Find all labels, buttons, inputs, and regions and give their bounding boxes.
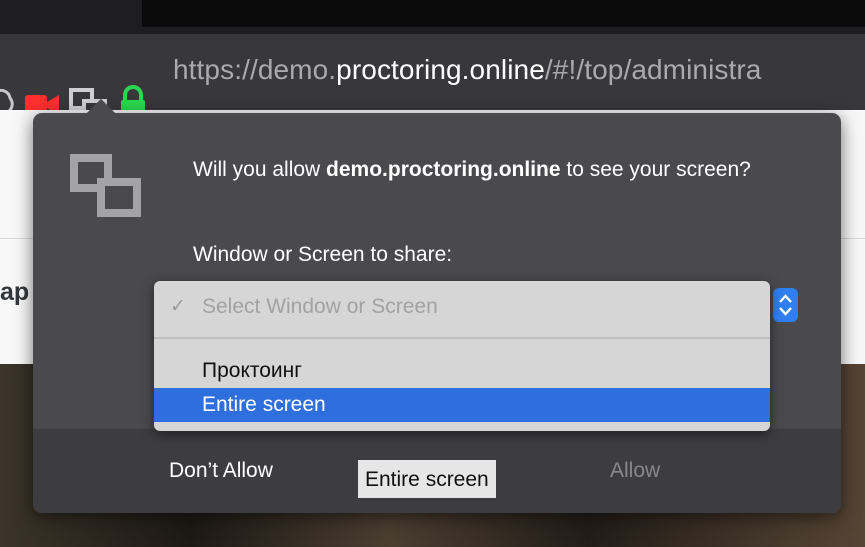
url-text[interactable]: https://demo.proctoring.online/#!/top/ad… (173, 54, 761, 86)
dialog-prompt: Will you allow demo.proctoring.online to… (193, 158, 751, 181)
allow-button[interactable]: Allow (610, 459, 660, 483)
dropdown-option-proctoring[interactable]: Проктоинг (154, 354, 770, 388)
screen-share-large-icon (70, 154, 141, 217)
dropdown-placeholder: Select Window or Screen (202, 295, 438, 318)
page-heading-fragment: ap (0, 278, 30, 306)
share-source-dropdown[interactable]: ✓ Select Window or Screen Проктоинг Enti… (154, 281, 770, 431)
dropdown-separator (154, 337, 770, 339)
prompt-site: demo.proctoring.online (326, 158, 561, 181)
selected-source-button[interactable]: Entire screen (358, 460, 496, 498)
dropdown-placeholder-item[interactable]: ✓ Select Window or Screen (154, 281, 770, 336)
screen-share-permission-dialog: Will you allow demo.proctoring.online to… (33, 98, 841, 513)
select-stepper-icon[interactable] (773, 288, 798, 322)
dropdown-option-entire-screen[interactable]: Entire screen (154, 388, 770, 422)
dont-allow-button[interactable]: Don’t Allow (169, 459, 273, 483)
active-tab-area[interactable] (142, 0, 865, 27)
check-icon: ✓ (170, 296, 186, 317)
url-bar[interactable]: https://demo.proctoring.online/#!/top/ad… (0, 34, 865, 121)
share-source-label: Window or Screen to share: (193, 243, 453, 266)
url-host: proctoring.online (336, 54, 545, 85)
tab-strip (0, 0, 865, 34)
